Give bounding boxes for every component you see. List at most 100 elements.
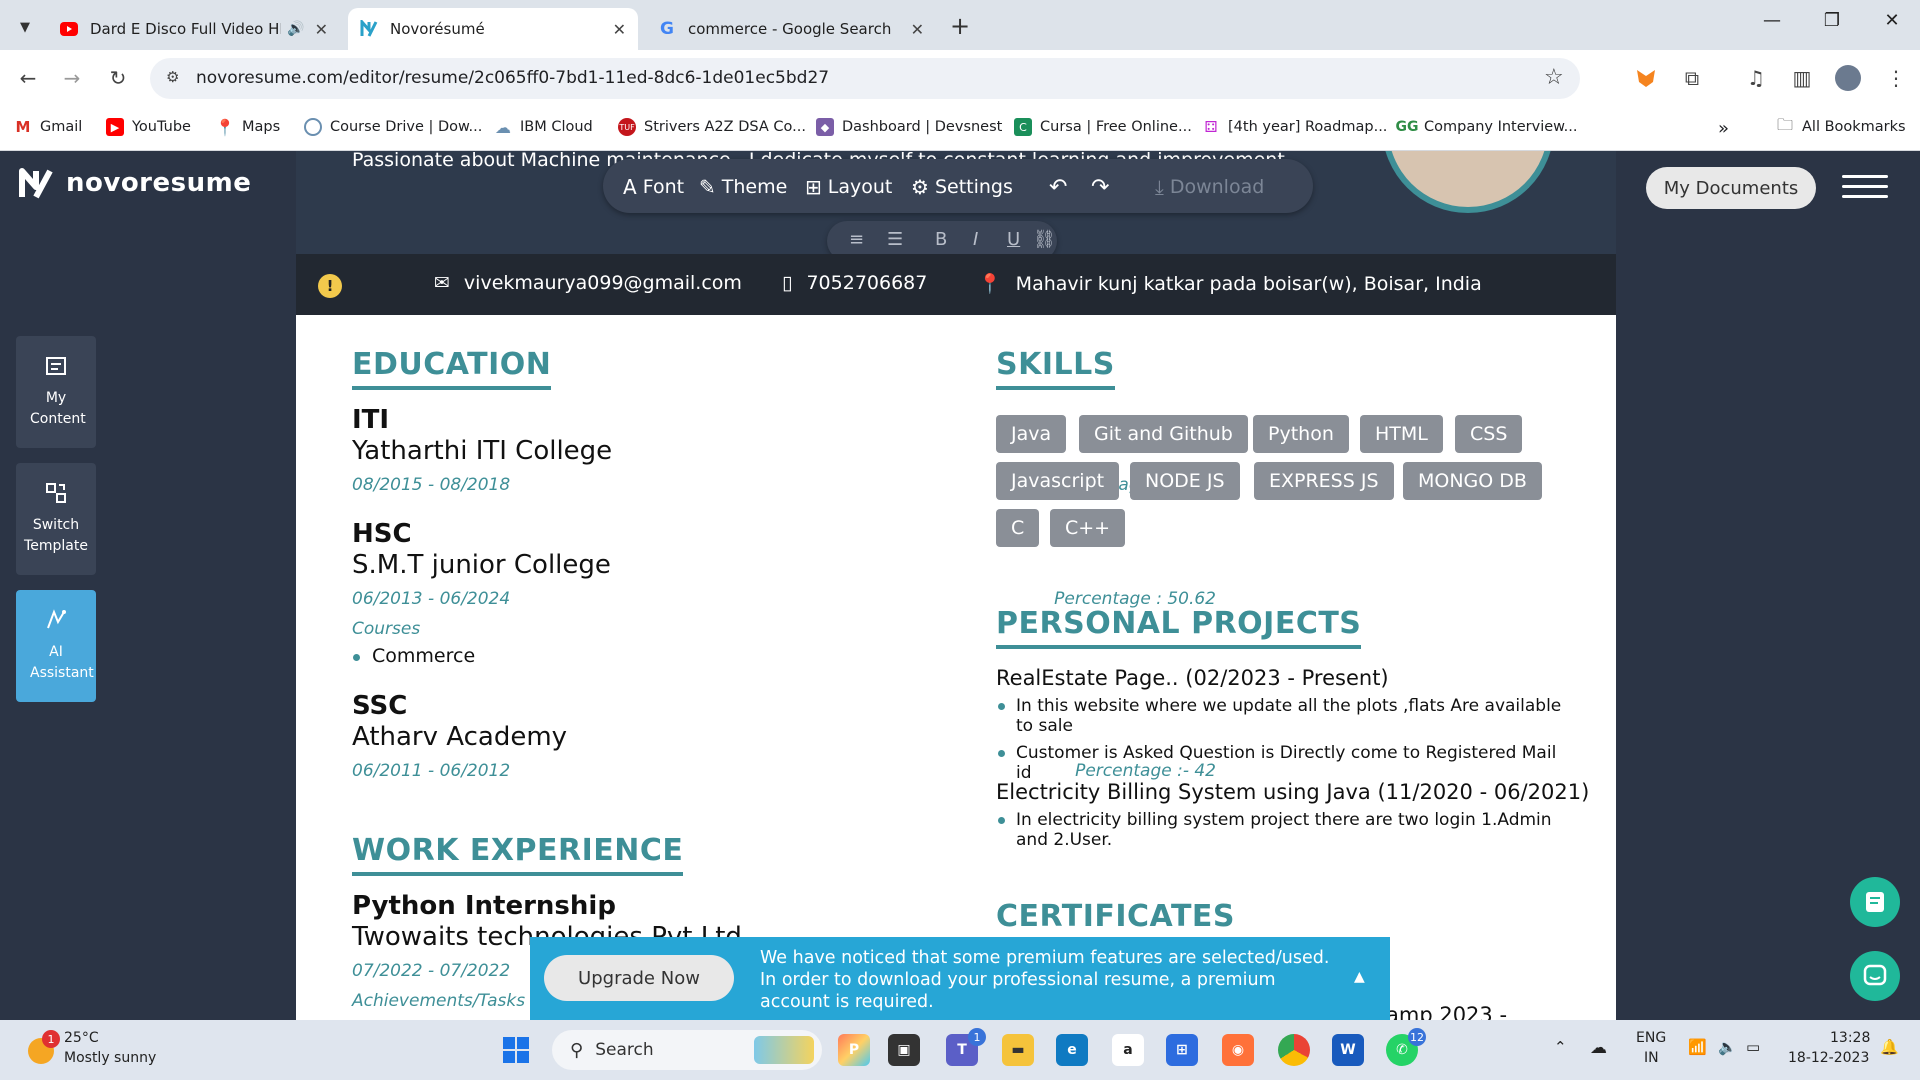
address-bar[interactable]: ⚙ novoresume.com/editor/resume/2c065ff0-… — [150, 58, 1580, 99]
amazon-icon[interactable]: a — [1112, 1034, 1144, 1066]
onedrive-icon[interactable]: ☁ — [1590, 1038, 1607, 1058]
align-left-icon[interactable]: ≡ — [849, 229, 864, 250]
firefox-icon[interactable]: ◉ — [1222, 1034, 1254, 1066]
align-justify-icon[interactable]: ☰ — [887, 229, 903, 250]
tab-novoresume[interactable]: Novorésumé ✕ — [348, 8, 638, 50]
download-button[interactable]: ⤓ Download — [1155, 175, 1264, 199]
new-tab-icon[interactable]: + — [950, 12, 970, 40]
tab-search-chevron-icon[interactable]: ▼ — [12, 14, 38, 40]
work-experience-title[interactable]: WORK EXPERIENCE — [352, 833, 684, 876]
course-item[interactable]: Commerce — [352, 645, 475, 667]
bold-icon[interactable]: B — [935, 229, 947, 250]
hamburger-menu-icon[interactable] — [1842, 175, 1888, 205]
skill-tag[interactable]: Git and Github — [1079, 415, 1248, 453]
windows-start-icon[interactable] — [500, 1034, 532, 1066]
profile-avatar[interactable] — [1832, 62, 1864, 94]
my-content-button[interactable]: My Content — [16, 336, 96, 448]
skill-tag[interactable]: NODE JS — [1130, 462, 1240, 500]
clock-time[interactable]: 13:28 — [1830, 1030, 1870, 1046]
settings-button[interactable]: ⚙ Settings — [911, 175, 1013, 199]
file-explorer-icon[interactable]: ▬ — [1002, 1034, 1034, 1066]
close-window-icon[interactable]: ✕ — [1872, 10, 1912, 31]
education-dates[interactable]: 06/2011 - 06/2012 — [352, 761, 510, 781]
education-title[interactable]: EDUCATION — [352, 347, 552, 390]
collapse-arrow-icon[interactable]: ▲ — [1354, 969, 1365, 985]
personal-projects-title[interactable]: PERSONAL PROJECTS — [996, 606, 1362, 649]
edge-icon[interactable]: e — [1056, 1034, 1088, 1066]
forward-icon[interactable]: → — [56, 62, 88, 94]
achievements-label[interactable]: Achievements/Tasks — [352, 991, 525, 1011]
word-icon[interactable]: W — [1332, 1034, 1364, 1066]
degree-hsc[interactable]: HSC — [352, 519, 412, 549]
teams-icon[interactable]: T1 — [946, 1028, 986, 1066]
certificate-item[interactable]: amp 2023 - — [1386, 1003, 1507, 1020]
degree-ssc[interactable]: SSC — [352, 691, 407, 721]
contact-address[interactable]: 📍 Mahavir kunj katkar pada boisar(w), Boi… — [978, 272, 1482, 296]
speaker-icon[interactable]: 🔊 — [287, 21, 304, 37]
copilot-icon[interactable]: P — [838, 1034, 870, 1066]
side-panel-icon[interactable]: ▥ — [1786, 62, 1818, 94]
bookmark-star-icon[interactable]: ☆ — [1544, 65, 1564, 90]
contact-phone[interactable]: ▯ 7052706687 — [782, 272, 927, 294]
metamask-icon[interactable] — [1630, 62, 1662, 94]
volume-icon[interactable]: 🔈 — [1718, 1038, 1737, 1056]
bookmark-youtube[interactable]: ▶ YouTube — [106, 118, 191, 136]
tab-close-icon[interactable]: ✕ — [911, 20, 924, 39]
clock-date[interactable]: 18-12-2023 — [1788, 1050, 1869, 1066]
education-dates[interactable]: 06/2013 - 06/2024 — [352, 589, 510, 609]
skill-tag[interactable]: EXPRESS JS — [1254, 462, 1394, 500]
battery-icon[interactable]: ▭ — [1746, 1038, 1760, 1056]
profile-photo[interactable] — [1382, 151, 1554, 213]
skill-tag[interactable]: HTML — [1360, 415, 1443, 453]
theme-button[interactable]: ✎ Theme — [699, 175, 787, 199]
chat-fab-icon[interactable] — [1850, 951, 1900, 1001]
tab-google[interactable]: G commerce - Google Search ✕ — [646, 8, 936, 50]
skill-tag[interactable]: MONGO DB — [1403, 462, 1542, 500]
whatsapp-icon[interactable]: ✆ 12 — [1386, 1028, 1426, 1066]
education-dates[interactable]: 08/2015 - 08/2018 — [352, 475, 510, 495]
undo-icon[interactable]: ↶ — [1049, 175, 1067, 200]
warning-icon[interactable]: ! — [318, 274, 342, 298]
all-bookmarks[interactable]: 🗀 All Bookmarks — [1776, 115, 1906, 136]
skill-tag[interactable]: C++ — [1050, 509, 1126, 547]
font-button[interactable]: A Font — [623, 175, 684, 199]
bookmark-ibm-cloud[interactable]: ☁ IBM Cloud — [494, 118, 593, 137]
project-bullet[interactable]: In electricity billing system project th… — [998, 810, 1576, 850]
bookmark-cursa[interactable]: C Cursa | Free Online... — [1014, 118, 1192, 136]
ai-assistant-button[interactable]: AI Assistant — [16, 590, 96, 702]
work-dates[interactable]: 07/2022 - 07/2022 — [352, 961, 510, 981]
bookmark-strivers[interactable]: TUF Strivers A2Z DSA Co... — [618, 118, 806, 136]
link-icon[interactable]: ⛓ — [1033, 229, 1056, 250]
underline-icon[interactable]: U — [1007, 229, 1020, 250]
tab-close-icon[interactable]: ✕ — [315, 20, 328, 39]
minimize-icon[interactable]: — — [1752, 10, 1792, 31]
school-name[interactable]: Atharv Academy — [352, 722, 567, 752]
extensions-icon[interactable]: ⧉ — [1676, 62, 1708, 94]
tab-close-icon[interactable]: ✕ — [613, 20, 626, 39]
skill-tag[interactable]: CSS — [1455, 415, 1523, 453]
school-name[interactable]: Yatharthi ITI College — [352, 436, 612, 466]
weather-widget[interactable]: 1 — [24, 1030, 60, 1068]
task-view-icon[interactable]: ▣ — [888, 1034, 920, 1066]
upgrade-now-button[interactable]: Upgrade Now — [544, 955, 734, 1001]
job-role[interactable]: Python Internship — [352, 891, 616, 921]
italic-icon[interactable]: I — [973, 229, 978, 250]
project-name[interactable]: Electricity Billing System using Java (1… — [996, 780, 1589, 804]
site-info-icon[interactable]: ⚙ — [166, 68, 179, 86]
menu-kebab-icon[interactable]: ⋮ — [1880, 62, 1912, 94]
skill-tag[interactable]: Java — [996, 415, 1067, 453]
bookmark-devsnest[interactable]: ◆ Dashboard | Devsnest — [816, 118, 1002, 136]
bookmark-company-interview[interactable]: GG Company Interview... — [1396, 118, 1578, 136]
certificates-title[interactable]: CERTIFICATES — [996, 899, 1235, 934]
courses-label[interactable]: Courses — [352, 619, 420, 639]
project-bullet[interactable]: In this website where we update all the … — [998, 696, 1576, 736]
language-indicator[interactable]: ENG — [1636, 1030, 1666, 1046]
degree-iti[interactable]: ITI — [352, 405, 389, 435]
bookmark-roadmap[interactable]: ⚃ [4th year] Roadmap... — [1202, 118, 1387, 136]
taskbar-search[interactable]: ⚲ Search — [552, 1030, 822, 1070]
notes-fab-icon[interactable] — [1850, 877, 1900, 927]
reload-icon[interactable]: ↻ — [102, 62, 134, 94]
chrome-icon[interactable] — [1278, 1034, 1310, 1066]
notification-bell-icon[interactable]: 🔔 — [1880, 1038, 1899, 1056]
layout-button[interactable]: ⊞ Layout — [805, 175, 892, 199]
